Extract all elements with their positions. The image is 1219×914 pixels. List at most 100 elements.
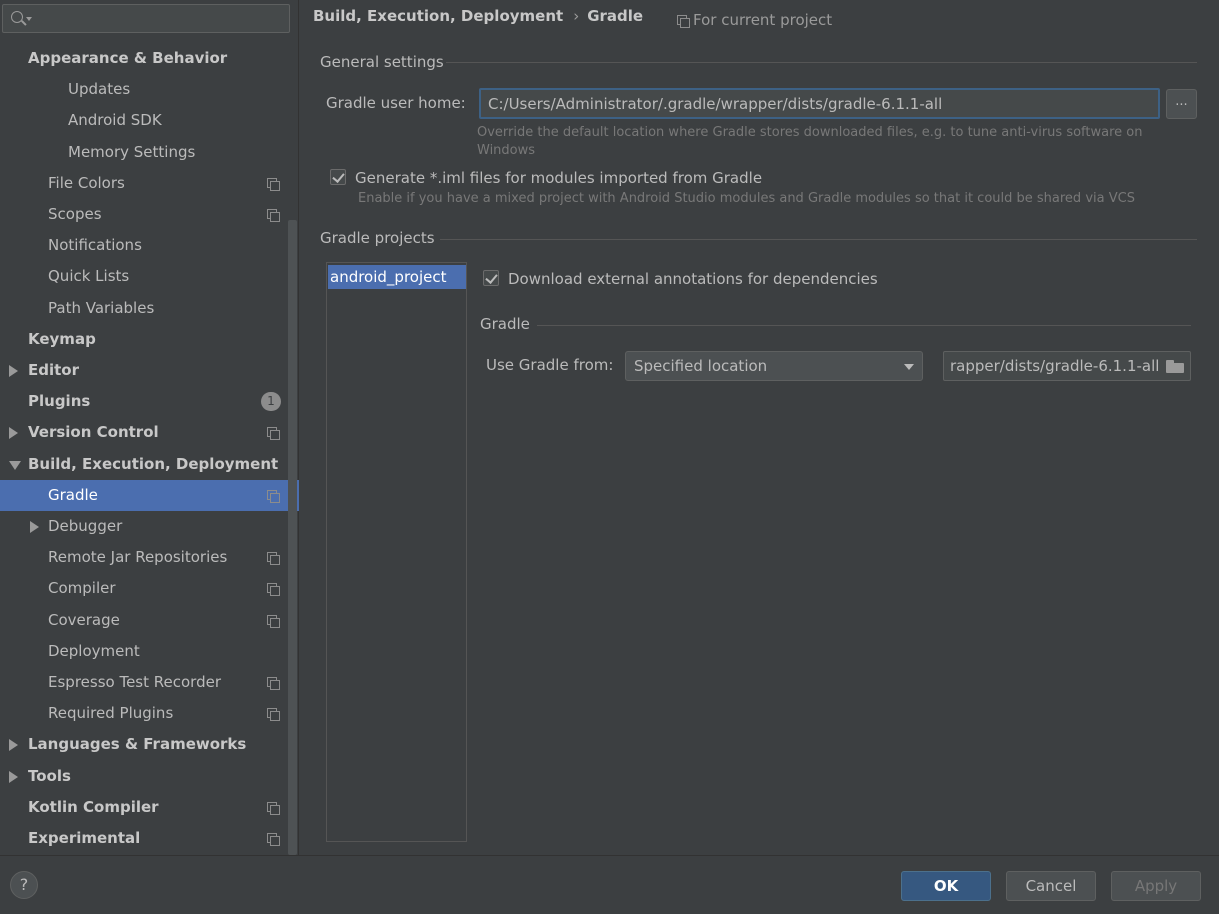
sidebar-item-label: Notifications — [48, 236, 142, 254]
expand-arrow-icon[interactable] — [9, 365, 18, 377]
dialog-button-bar: ? OK Cancel Apply — [0, 855, 1219, 914]
sidebar-item-quick-lists[interactable]: Quick Lists — [0, 261, 299, 292]
sidebar-item-editor[interactable]: Editor — [0, 355, 299, 386]
sidebar-item-label: Build, Execution, Deployment — [28, 455, 279, 473]
copy-icon — [267, 833, 280, 846]
expand-arrow-icon[interactable] — [9, 739, 18, 751]
sidebar-item-android-sdk[interactable]: Android SDK — [0, 105, 299, 136]
breadcrumb: Build, Execution, Deployment › Gradle — [313, 6, 643, 26]
gradle-home-hint-line2: Windows — [477, 143, 536, 158]
cancel-button[interactable]: Cancel — [1006, 871, 1096, 901]
sidebar-item-label: Editor — [28, 361, 79, 379]
dropdown-arrow-icon — [904, 364, 914, 370]
sidebar-item-build-execution-deployment[interactable]: Build, Execution, Deployment — [0, 449, 299, 480]
generate-iml-checkbox[interactable] — [330, 169, 346, 185]
copy-icon — [267, 178, 280, 191]
sidebar-item-kotlin-compiler[interactable]: Kotlin Compiler — [0, 792, 299, 823]
folder-icon[interactable] — [1166, 360, 1184, 373]
search-options-chevron-icon[interactable] — [26, 17, 32, 21]
settings-content: Build, Execution, Deployment › Gradle For … — [300, 0, 1219, 855]
copy-icon — [267, 583, 280, 596]
sidebar-item-label: Plugins — [28, 392, 91, 410]
sidebar-item-label: Tools — [28, 767, 71, 785]
sidebar-item-debugger[interactable]: Debugger — [0, 511, 299, 542]
sidebar-item-required-plugins[interactable]: Required Plugins — [0, 698, 299, 729]
breadcrumb-separator: › — [573, 7, 580, 25]
gradle-user-home-input[interactable] — [479, 88, 1160, 119]
gradle-group-divider — [537, 325, 1191, 326]
sidebar-item-label: Compiler — [48, 579, 116, 597]
sidebar-item-remote-jar-repositories[interactable]: Remote Jar Repositories — [0, 542, 299, 573]
breadcrumb-current: Gradle — [587, 7, 644, 25]
sidebar-item-label: Debugger — [48, 517, 123, 535]
browse-button[interactable]: ... — [1166, 89, 1197, 119]
sidebar-item-file-colors[interactable]: File Colors — [0, 168, 299, 199]
scope-label: For current project — [693, 11, 833, 29]
sidebar-item-appearance-behavior[interactable]: Appearance & Behavior — [0, 43, 299, 74]
sidebar-item-memory-settings[interactable]: Memory Settings — [0, 137, 299, 168]
gradle-user-home-label: Gradle user home: — [326, 94, 466, 112]
copy-icon — [267, 615, 280, 628]
generate-iml-hint: Enable if you have a mixed project with … — [358, 191, 1135, 206]
gradle-home-hint-line1: Override the default location where Grad… — [477, 125, 1143, 140]
help-button[interactable]: ? — [10, 871, 38, 899]
sidebar-item-label: Required Plugins — [48, 704, 174, 722]
sidebar-item-label: Deployment — [48, 642, 140, 660]
download-annotations-label[interactable]: Download external annotations for depend… — [508, 270, 878, 288]
gradle-location-value: rapper/dists/gradle-6.1.1-all — [950, 357, 1160, 375]
sidebar-item-label: Scopes — [48, 205, 102, 223]
sidebar-item-tools[interactable]: Tools — [0, 761, 299, 792]
generate-iml-label[interactable]: Generate *.iml files for modules importe… — [355, 169, 762, 187]
search-icon — [11, 11, 23, 23]
ok-button[interactable]: OK — [901, 871, 991, 901]
sidebar-item-languages-frameworks[interactable]: Languages & Frameworks — [0, 729, 299, 760]
sidebar-item-notifications[interactable]: Notifications — [0, 230, 299, 261]
sidebar-item-plugins[interactable]: Plugins 1 — [0, 386, 299, 417]
sidebar-item-updates[interactable]: Updates — [0, 74, 299, 105]
copy-icon — [267, 490, 280, 503]
settings-sidebar: Appearance & Behavior Updates Android SDK M… — [0, 0, 299, 855]
sidebar-item-label: File Colors — [48, 174, 125, 192]
sidebar-item-label: Kotlin Compiler — [28, 798, 159, 816]
copy-icon — [677, 15, 690, 28]
general-settings-divider — [446, 62, 1197, 63]
collapse-arrow-icon[interactable] — [9, 461, 21, 470]
use-gradle-from-label: Use Gradle from: — [486, 356, 614, 374]
sidebar-item-label: Android SDK — [68, 111, 162, 129]
sidebar-item-version-control[interactable]: Version Control — [0, 417, 299, 448]
scope-indicator: For current project — [677, 10, 832, 30]
sidebar-item-compiler[interactable]: Compiler — [0, 573, 299, 604]
sidebar-scrollbar[interactable] — [288, 220, 297, 855]
sidebar-item-label: Path Variables — [48, 299, 155, 317]
gradle-location-input[interactable]: rapper/dists/gradle-6.1.1-all — [943, 351, 1191, 381]
sidebar-item-experimental[interactable]: Experimental — [0, 823, 299, 854]
sidebar-item-gradle[interactable]: Gradle — [0, 480, 299, 511]
sidebar-item-label: Coverage — [48, 611, 120, 629]
gradle-projects-list: android_project — [326, 262, 467, 842]
list-item[interactable]: android_project — [328, 265, 466, 289]
gradle-group-title: Gradle — [480, 315, 530, 333]
sidebar-item-label: Languages & Frameworks — [28, 735, 247, 753]
general-settings-title: General settings — [320, 53, 444, 71]
sidebar-item-espresso-test-recorder[interactable]: Espresso Test Recorder — [0, 667, 299, 698]
download-annotations-checkbox[interactable] — [483, 270, 499, 286]
sidebar-item-label: Quick Lists — [48, 267, 130, 285]
copy-icon — [267, 427, 280, 440]
copy-icon — [267, 802, 280, 815]
apply-button[interactable]: Apply — [1111, 871, 1201, 901]
use-gradle-from-value: Specified location — [634, 357, 768, 375]
sidebar-item-deployment[interactable]: Deployment — [0, 636, 299, 667]
sidebar-item-scopes[interactable]: Scopes — [0, 199, 299, 230]
sidebar-item-label: Memory Settings — [68, 143, 196, 161]
breadcrumb-parent[interactable]: Build, Execution, Deployment — [313, 7, 563, 25]
sidebar-item-label: Remote Jar Repositories — [48, 548, 228, 566]
use-gradle-from-select[interactable]: Specified location — [625, 351, 923, 381]
expand-arrow-icon[interactable] — [30, 521, 39, 533]
expand-arrow-icon[interactable] — [9, 771, 18, 783]
expand-arrow-icon[interactable] — [9, 427, 18, 439]
settings-search-input[interactable] — [2, 4, 290, 33]
copy-icon — [267, 209, 280, 222]
sidebar-item-path-variables[interactable]: Path Variables — [0, 293, 299, 324]
sidebar-item-keymap[interactable]: Keymap — [0, 324, 299, 355]
sidebar-item-coverage[interactable]: Coverage — [0, 605, 299, 636]
